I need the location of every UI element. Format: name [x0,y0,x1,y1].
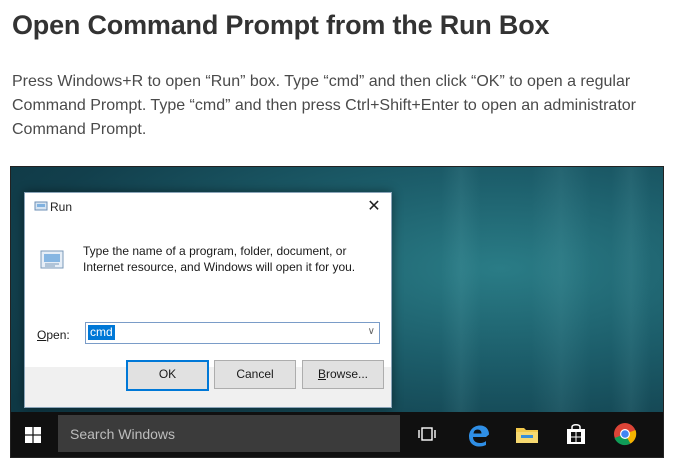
taskbar: Search Windows [11,412,663,457]
task-view-icon[interactable] [413,420,441,448]
description-line: Type the name of a program, folder, docu… [83,244,347,258]
paragraph-line: Press Windows+R to open “Run” box. Type … [12,73,631,90]
chrome-icon[interactable] [611,420,639,448]
description-line: Internet resource, and Windows will open… [83,260,356,274]
store-icon[interactable] [562,420,590,448]
run-app-icon [34,201,48,211]
taskbar-search-box[interactable]: Search Windows [58,415,400,452]
open-mnemonic: O [37,328,47,342]
run-body: Type the name of a program, folder, docu… [25,221,391,367]
run-titlebar[interactable]: Run ✕ [25,193,391,221]
screenshot-frame: Run ✕ Type the name of a program, folder… [10,166,664,458]
windows-start-icon[interactable] [25,427,41,443]
browse-button[interactable]: Browse... [302,360,384,389]
run-dialog: Run ✕ Type the name of a program, folder… [24,192,392,408]
open-combobox[interactable]: cmd ∨ [85,322,380,344]
edge-icon[interactable] [464,420,492,448]
run-description: Type the name of a program, folder, docu… [83,243,355,275]
run-program-icon [40,250,64,269]
article-heading: Open Command Prompt from the Run Box [12,10,550,40]
article-paragraph: Press Windows+R to open “Run” box. Type … [12,70,662,142]
browse-mnemonic: B [317,367,326,381]
cancel-button[interactable]: Cancel [214,360,296,389]
search-placeholder: Search Windows [70,426,176,442]
browse-label-text: rowse... [326,367,369,381]
open-label-text: pen: [46,328,70,342]
close-icon: ✕ [367,198,381,215]
chevron-down-icon[interactable]: ∨ [368,326,375,337]
open-label: Open: [37,328,70,342]
open-input-value[interactable]: cmd [88,325,115,340]
paragraph-line: Command Prompt. [12,121,147,138]
close-button[interactable]: ✕ [357,193,391,221]
file-explorer-icon[interactable] [513,420,541,448]
run-title: Run [50,200,73,214]
paragraph-line: Command Prompt. Type “cmd” and then pres… [12,97,636,114]
ok-button[interactable]: OK [126,360,209,391]
